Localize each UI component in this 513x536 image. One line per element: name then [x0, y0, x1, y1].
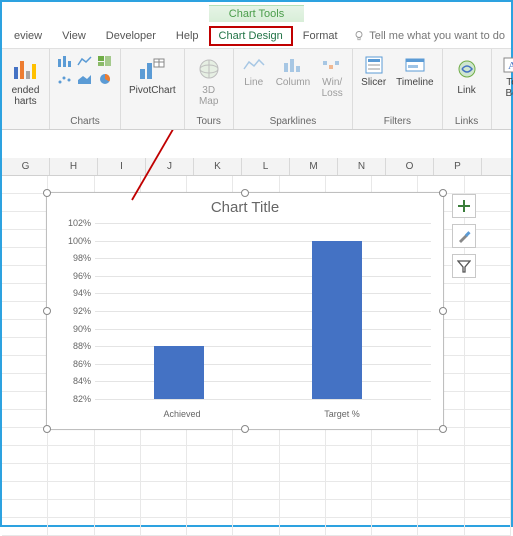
- chart-filter-button[interactable]: [452, 254, 476, 278]
- y-tick-label: 102%: [57, 218, 91, 228]
- hierarchy-chart-icon[interactable]: [96, 53, 114, 69]
- column-header[interactable]: H: [50, 158, 98, 175]
- resize-handle[interactable]: [43, 425, 51, 433]
- timeline-label: Timeline: [396, 77, 433, 88]
- chart-tools-label: Chart Tools: [209, 5, 304, 22]
- timeline-icon: [404, 56, 426, 74]
- line-chart-icon[interactable]: [76, 53, 94, 69]
- recommended-charts-label: ended harts: [12, 85, 40, 107]
- lightbulb-icon: [353, 30, 365, 42]
- tab-chart-design[interactable]: Chart Design: [209, 26, 293, 46]
- map-3d-label: 3D Map: [199, 85, 218, 107]
- recommended-charts-icon: [12, 57, 40, 81]
- links-group-label: Links: [455, 116, 478, 129]
- sparkline-column-button[interactable]: Column: [274, 53, 312, 90]
- sparklines-group-label: Sparklines: [270, 116, 317, 129]
- y-tick-label: 86%: [57, 359, 91, 369]
- y-tick-label: 98%: [57, 253, 91, 263]
- column-header[interactable]: K: [194, 158, 242, 175]
- sparkline-line-button[interactable]: Line: [240, 53, 268, 90]
- sparkline-winloss-button[interactable]: Win/ Loss: [318, 53, 346, 101]
- pivotchart-icon: [138, 57, 166, 81]
- y-tick-label: 100%: [57, 236, 91, 246]
- link-button[interactable]: Link: [449, 53, 485, 98]
- chart-bar[interactable]: [312, 241, 362, 399]
- slicer-label: Slicer: [361, 77, 386, 88]
- sparkline-line-label: Line: [244, 77, 263, 88]
- column-header[interactable]: J: [146, 158, 194, 175]
- textbox-label: Te Bo: [505, 77, 513, 99]
- chart-type-grid: [56, 53, 114, 87]
- slicer-button[interactable]: Slicer: [359, 53, 388, 90]
- funnel-icon: [457, 259, 471, 273]
- y-tick-label: 96%: [57, 271, 91, 281]
- globe-icon: [195, 57, 223, 81]
- resize-handle[interactable]: [241, 425, 249, 433]
- sparkline-column-icon: [282, 57, 304, 73]
- sparkline-line-icon: [243, 57, 265, 73]
- column-header[interactable]: O: [386, 158, 434, 175]
- area-chart-icon[interactable]: [76, 71, 94, 87]
- chart-elements-button[interactable]: [452, 194, 476, 218]
- y-tick-label: 82%: [57, 394, 91, 404]
- link-label: Link: [457, 85, 475, 96]
- pie-chart-icon[interactable]: [96, 71, 114, 87]
- tab-view[interactable]: View: [52, 26, 96, 46]
- brush-icon: [457, 229, 471, 243]
- tell-me-label: Tell me what you want to do: [369, 30, 505, 42]
- charts-group-label: Charts: [70, 116, 99, 129]
- resize-handle[interactable]: [439, 307, 447, 315]
- column-header[interactable]: N: [338, 158, 386, 175]
- tab-review[interactable]: eview: [4, 26, 52, 46]
- sparkline-winloss-label: Win/ Loss: [322, 77, 343, 99]
- worksheet[interactable]: GHIJKLMNOP Chart Title Achieved Target %…: [2, 130, 511, 525]
- map-3d-button[interactable]: 3D Map: [191, 53, 227, 109]
- column-header[interactable]: P: [434, 158, 482, 175]
- slicer-icon: [363, 56, 385, 74]
- link-icon: [454, 59, 480, 79]
- pivotchart-button[interactable]: PivotChart: [127, 53, 178, 98]
- column-header[interactable]: I: [98, 158, 146, 175]
- chart-bar[interactable]: [154, 346, 204, 399]
- resize-handle[interactable]: [439, 425, 447, 433]
- bar-chart-icon[interactable]: [56, 53, 74, 69]
- y-tick-label: 92%: [57, 306, 91, 316]
- resize-handle[interactable]: [241, 189, 249, 197]
- column-headers: GHIJKLMNOP: [2, 158, 511, 176]
- column-header[interactable]: L: [242, 158, 290, 175]
- resize-handle[interactable]: [43, 189, 51, 197]
- tours-group-label: Tours: [196, 116, 220, 129]
- plus-icon: [457, 199, 471, 213]
- x-category-target: Target %: [297, 409, 387, 419]
- embedded-chart[interactable]: Chart Title Achieved Target % 102%100%98…: [46, 192, 444, 430]
- resize-handle[interactable]: [43, 307, 51, 315]
- textbox-button[interactable]: A Te Bo: [498, 53, 513, 101]
- tell-me-search[interactable]: Tell me what you want to do: [353, 30, 511, 42]
- column-header[interactable]: M: [290, 158, 338, 175]
- svg-text:A: A: [508, 60, 513, 72]
- x-category-achieved: Achieved: [137, 409, 227, 419]
- timeline-button[interactable]: Timeline: [394, 53, 435, 90]
- y-tick-label: 94%: [57, 288, 91, 298]
- resize-handle[interactable]: [439, 189, 447, 197]
- chart-plot-area[interactable]: [95, 223, 431, 399]
- tab-developer[interactable]: Developer: [96, 26, 166, 46]
- y-tick-label: 88%: [57, 341, 91, 351]
- y-tick-label: 84%: [57, 376, 91, 386]
- tab-bar: eview View Developer Help Chart Design F…: [2, 24, 511, 48]
- filters-group-label: Filters: [384, 116, 411, 129]
- sparkline-column-label: Column: [276, 77, 310, 88]
- recommended-charts-button[interactable]: ended harts: [8, 53, 44, 109]
- y-tick-label: 90%: [57, 324, 91, 334]
- scatter-chart-icon[interactable]: [56, 71, 74, 87]
- sparkline-winloss-icon: [321, 57, 343, 73]
- tab-help[interactable]: Help: [166, 26, 209, 46]
- textbox-icon: A: [502, 56, 513, 74]
- column-header[interactable]: G: [2, 158, 50, 175]
- chart-styles-button[interactable]: [452, 224, 476, 248]
- pivotchart-label: PivotChart: [129, 85, 176, 96]
- tab-format[interactable]: Format: [293, 26, 348, 46]
- ribbon: ended harts Charts PivotChart: [2, 48, 511, 130]
